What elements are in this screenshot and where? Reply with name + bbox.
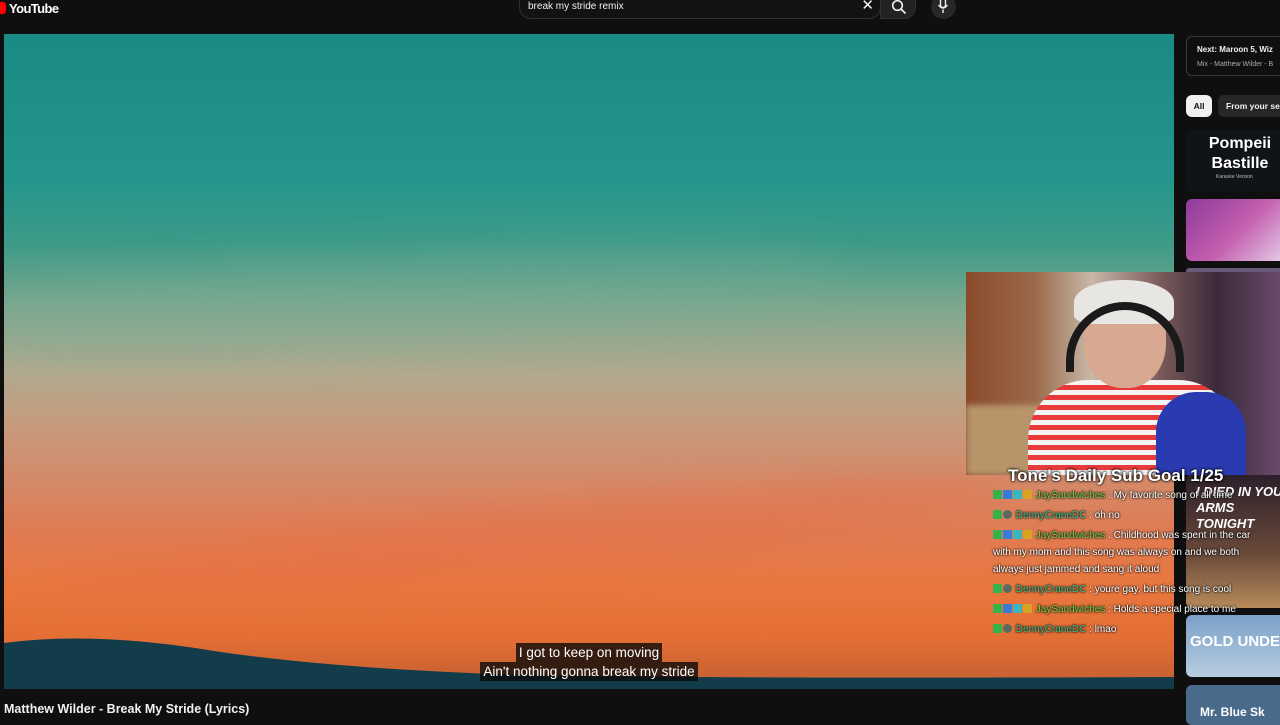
video-title: Matthew Wilder - Break My Stride (Lyrics…: [4, 702, 250, 716]
up-next-panel[interactable]: Next: Maroon 5, Wiz Mix - Matthew Wilder…: [1186, 36, 1280, 76]
caption-line: Ain't nothing gonna break my stride: [480, 662, 698, 681]
next-subtitle: Mix - Matthew Wilder - B: [1197, 61, 1274, 68]
recommended-thumbnail[interactable]: Pompeii Bastille Karaoke Version: [1186, 130, 1280, 192]
caption-line: I got to keep on moving: [515, 643, 663, 662]
badge-icon: [1023, 604, 1032, 613]
chat-text: : My favorite song of all time: [1108, 490, 1233, 501]
thumbnail-subtitle: Karaoke Version: [1216, 174, 1253, 180]
chip-all[interactable]: All: [1186, 95, 1212, 117]
badge-icon: [1013, 604, 1022, 613]
badge-icon: [1003, 604, 1012, 613]
chat-username: JaySandwiches: [1035, 530, 1106, 541]
badge-icon: [1003, 510, 1012, 519]
search-query: break my stride remix: [528, 1, 624, 12]
microphone-icon: [937, 0, 949, 13]
badge-icon: [1003, 530, 1012, 539]
chat-text: : Holds a special place to me: [1108, 604, 1236, 615]
youtube-logo[interactable]: YouTube: [0, 0, 59, 16]
webcam-shirt-sleeve: [1156, 392, 1246, 475]
recommended-thumbnail[interactable]: [1186, 199, 1280, 261]
chat-text: : oh no: [1089, 510, 1120, 521]
chat-overlay: JaySandwiches : My favorite song of all …: [993, 487, 1255, 641]
badge-icon: [993, 530, 1002, 539]
webcam-overlay: [966, 272, 1280, 475]
chip-from-your-search[interactable]: From your se: [1218, 95, 1280, 117]
chat-message: DennyCraneDC : lmao: [993, 621, 1255, 638]
thumbnail-title: Mr. Blue Sk: [1200, 705, 1265, 719]
chat-message: DennyCraneDC : oh no: [993, 507, 1255, 524]
badge-icon: [1023, 490, 1032, 499]
masthead: YouTube break my stride remix ✕: [0, 0, 1280, 20]
sky-cloud: [4, 222, 847, 376]
chat-message: JaySandwiches : My favorite song of all …: [993, 487, 1255, 504]
play-logo-icon: [0, 2, 6, 14]
voice-search-button[interactable]: [931, 0, 956, 19]
search-input[interactable]: break my stride remix ✕: [519, 0, 881, 19]
search-button[interactable]: [880, 0, 916, 19]
badge-icon: [993, 510, 1002, 519]
recommended-thumbnail[interactable]: Mr. Blue Sk: [1186, 685, 1280, 725]
logo-text: YouTube: [9, 0, 59, 16]
chat-username: JaySandwiches: [1035, 490, 1106, 501]
search-icon: [891, 0, 907, 15]
badge-icon: [1003, 584, 1012, 593]
badge-icon: [1013, 530, 1022, 539]
badge-icon: [993, 624, 1002, 633]
sunset-cloud: [43, 452, 1025, 626]
chat-username: JaySandwiches: [1035, 604, 1106, 615]
badge-icon: [1003, 490, 1012, 499]
badge-icon: [1003, 624, 1012, 633]
chat-username: DennyCraneDC: [1015, 510, 1087, 521]
thumbnail-title: Pompeii Bastille: [1208, 135, 1272, 172]
chat-text: : youre gay, but this song is cool: [1089, 584, 1232, 595]
badge-icon: [993, 490, 1002, 499]
badge-icon: [1023, 530, 1032, 539]
chat-username: DennyCraneDC: [1015, 584, 1087, 595]
badge-icon: [1013, 490, 1022, 499]
badge-icon: [993, 584, 1002, 593]
sub-goal-label: Tone's Daily Sub Goal 1/25: [1008, 466, 1224, 485]
chat-message: JaySandwiches : Childhood was spent in t…: [993, 527, 1255, 578]
captions: I got to keep on moving Ain't nothing go…: [4, 643, 1174, 681]
chat-text: : lmao: [1089, 624, 1117, 635]
close-icon[interactable]: ✕: [861, 0, 874, 15]
chat-message: JaySandwiches : Holds a special place to…: [993, 601, 1255, 618]
chat-message: DennyCraneDC : youre gay, but this song …: [993, 581, 1255, 598]
next-title: Next: Maroon 5, Wiz: [1197, 45, 1273, 54]
chat-username: DennyCraneDC: [1015, 624, 1087, 635]
badge-icon: [993, 604, 1002, 613]
